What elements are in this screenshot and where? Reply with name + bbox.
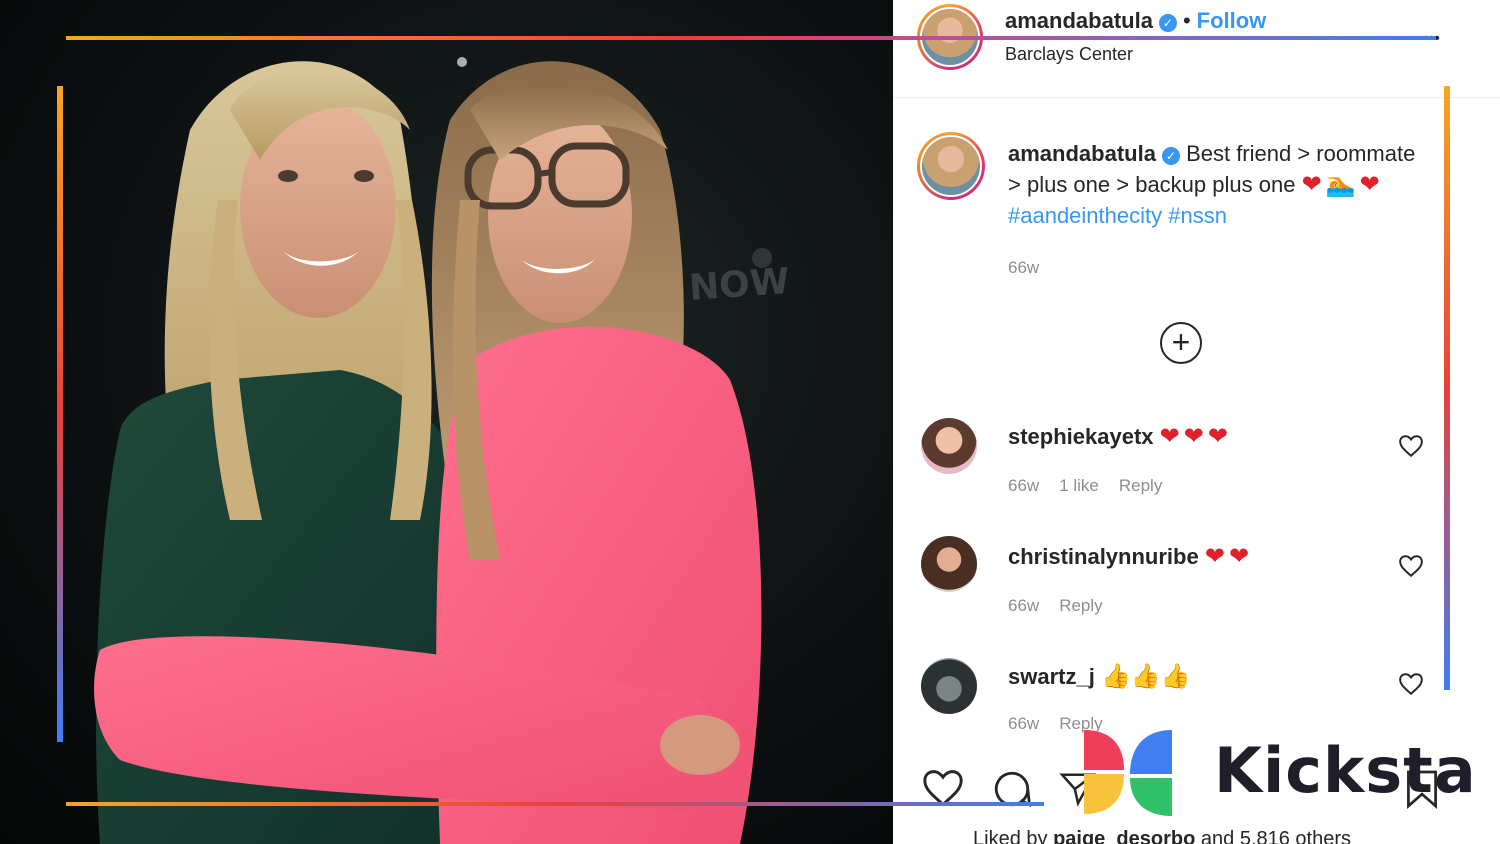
kicksta-wordmark: Kicksta	[1214, 734, 1477, 807]
liked-by-suffix[interactable]: and 5,816 others	[1201, 828, 1351, 844]
load-more-comments-icon[interactable]: +	[1160, 322, 1202, 364]
commenter-username[interactable]: christinalynnuribe	[1008, 544, 1199, 569]
comment-like-count[interactable]: 1 like	[1059, 476, 1099, 495]
caption-avatar[interactable]	[917, 132, 985, 200]
kicksta-logo-mark-icon	[1084, 730, 1172, 816]
liked-by-user[interactable]: paige_desorbo	[1053, 828, 1195, 844]
comment-emoji: ❤❤❤	[1159, 423, 1232, 450]
commenter-avatar[interactable]	[921, 418, 977, 474]
author-username[interactable]: amandabatula	[1005, 8, 1153, 33]
liked-by-text: Liked by paige_desorbo and 5,816 others	[973, 828, 1351, 844]
post-caption: amandabatula ✓ Best friend > roommate > p…	[1008, 138, 1418, 231]
comment-emoji: 👍👍👍	[1100, 663, 1191, 690]
like-comment-icon[interactable]	[1398, 434, 1424, 458]
like-comment-icon[interactable]	[1398, 672, 1424, 696]
post-header: amandabatula✓•Follow Barclays Center •••	[893, 0, 1500, 98]
frame-line-right	[1444, 86, 1450, 690]
post-sidebar: amandabatula✓•Follow Barclays Center •••…	[893, 0, 1500, 844]
background-sign: NOW	[688, 261, 791, 309]
kicksta-logo: Kicksta	[1080, 722, 1476, 822]
liked-by-prefix: Liked by	[973, 828, 1048, 844]
frame-line-left	[57, 86, 63, 742]
comment-timestamp[interactable]: 66w	[1008, 714, 1039, 733]
commenter-avatar[interactable]	[921, 536, 977, 592]
caption-hashtags[interactable]: #aandeinthecity #nssn	[1008, 203, 1227, 228]
commenter-username[interactable]: stephiekayetx	[1008, 424, 1154, 449]
comment-emoji: ❤❤	[1204, 543, 1254, 570]
commenter-avatar[interactable]	[921, 658, 977, 714]
location-link[interactable]: Barclays Center	[1005, 44, 1133, 65]
caption-username[interactable]: amandabatula	[1008, 141, 1156, 166]
reply-button[interactable]: Reply	[1059, 596, 1102, 615]
comment-item: stephiekayetx ❤❤❤ 66w 1 like Reply	[893, 414, 1500, 514]
post-photo: NOW	[0, 0, 893, 844]
photo-illustration: NOW	[94, 57, 791, 844]
reply-button[interactable]: Reply	[1119, 476, 1162, 495]
commenter-username[interactable]: swartz_j	[1008, 664, 1095, 689]
caption-emoji: ❤🏊❤	[1301, 171, 1384, 198]
follow-button[interactable]: Follow	[1197, 8, 1267, 33]
verified-badge-icon: ✓	[1161, 147, 1180, 165]
caption-timestamp[interactable]: 66w	[1008, 258, 1039, 278]
frame-line-top	[66, 36, 1436, 40]
like-comment-icon[interactable]	[1398, 554, 1424, 578]
comment-timestamp[interactable]: 66w	[1008, 476, 1039, 495]
comment-timestamp[interactable]: 66w	[1008, 596, 1039, 615]
frame-line-bottom	[66, 802, 1044, 806]
separator-dot: •	[1182, 8, 1191, 33]
verified-badge-icon: ✓	[1158, 14, 1177, 32]
comment-item: christinalynnuribe ❤❤ 66w Reply	[893, 534, 1500, 634]
